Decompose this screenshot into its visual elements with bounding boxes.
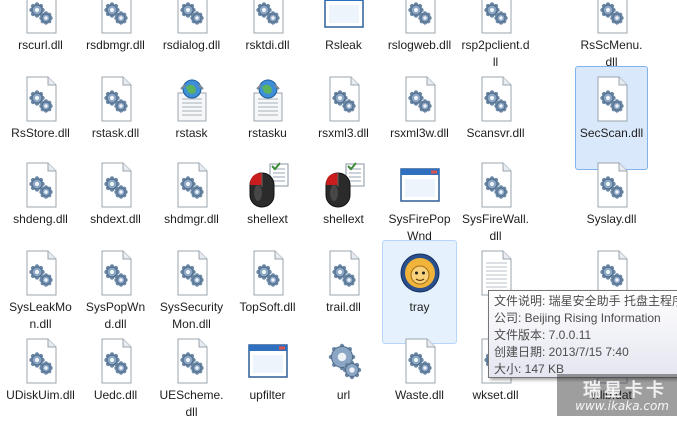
file-item-label: Syslay.dll <box>586 212 637 226</box>
file-item-label: Waste.dll <box>395 388 444 402</box>
file-item-label: rstask <box>175 126 208 140</box>
file-item-label: TopSoft.dll <box>239 300 296 314</box>
dll-gear-icon <box>19 161 63 209</box>
dll-gear-icon <box>590 75 634 123</box>
file-item-label: rstasku <box>248 126 287 140</box>
dll-gear-icon <box>474 0 518 35</box>
file-item[interactable]: url <box>306 328 381 432</box>
dll-gear-icon <box>398 75 442 123</box>
dll-gear-icon <box>19 0 63 35</box>
dll-gear-icon <box>94 249 138 297</box>
dll-gear-icon <box>19 337 63 385</box>
file-item-label: trail.dll <box>326 300 361 314</box>
file-item-label: Uedc.dll <box>93 388 138 402</box>
dll-gear-icon <box>170 0 214 35</box>
dll-gear-icon <box>474 75 518 123</box>
file-item[interactable]: UDiskUim.dll <box>3 328 78 432</box>
tooltip-company: 公司: Beijing Rising Information <box>494 311 661 325</box>
watermark-url: www.ikaka.com <box>575 399 669 413</box>
mouse-shortcut-icon <box>246 161 290 209</box>
tooltip-created: 创建日期: 2013/7/15 7:40 <box>494 345 629 359</box>
dll-gear-icon <box>474 161 518 209</box>
file-item-label: shellext <box>323 212 364 226</box>
file-item-label: rsdialog.dll <box>162 38 221 52</box>
dll-gear-icon <box>322 75 366 123</box>
file-item-label: rstask.dll <box>91 126 140 140</box>
dll-gear-icon <box>590 0 634 35</box>
dll-gear-icon <box>170 249 214 297</box>
file-item[interactable]: Uedc.dll <box>78 328 153 432</box>
file-item-label: tray <box>409 300 430 314</box>
file-item-label: UDiskUim.dll <box>6 388 75 402</box>
file-item-label: shdeng.dll <box>13 212 68 226</box>
mouse-shortcut-icon <box>322 161 366 209</box>
file-item-label: rsxml3w.dll <box>390 126 449 140</box>
file-item-label: SecScan.dll <box>579 126 644 140</box>
dll-gear-icon <box>94 161 138 209</box>
dll-gear-icon <box>398 0 442 35</box>
tooltip-version: 文件版本: 7.0.0.11 <box>494 328 592 342</box>
dll-gear-icon <box>246 249 290 297</box>
file-item[interactable]: Waste.dll <box>382 328 457 432</box>
file-item-label: url <box>336 388 351 402</box>
web-document-icon <box>170 75 214 123</box>
file-item-label: rsxml3.dll <box>318 126 369 140</box>
web-document-icon <box>246 75 290 123</box>
dll-gear-icon <box>170 161 214 209</box>
dll-gear-icon <box>94 0 138 35</box>
file-item[interactable]: UEScheme.dll <box>154 328 229 432</box>
site-watermark: 瑞星卡卡 www.ikaka.com <box>557 374 677 416</box>
file-item-label: RsStore.dll <box>11 126 70 140</box>
app-window-icon <box>322 0 366 35</box>
dll-gear-icon <box>590 161 634 209</box>
dll-gear-icon <box>170 337 214 385</box>
file-item-label: rslogweb.dll <box>387 38 452 52</box>
file-item[interactable]: upfilter <box>230 328 305 432</box>
file-info-tooltip: 文件说明: 瑞星安全助手 托盘主程序 公司: Beijing Rising In… <box>488 290 677 378</box>
app-window-icon <box>246 337 290 385</box>
tooltip-description: 文件说明: 瑞星安全助手 托盘主程序 <box>494 294 677 308</box>
dll-gear-icon <box>19 75 63 123</box>
dll-gear-icon <box>19 249 63 297</box>
rising-lion-icon <box>398 249 442 297</box>
file-item-label: rscurl.dll <box>18 38 63 52</box>
file-item-label: Rsleak <box>325 38 362 52</box>
dll-gear-icon <box>246 0 290 35</box>
gear-file-icon <box>322 337 366 385</box>
file-item-label: wkset.dll <box>472 388 519 402</box>
dll-gear-icon <box>94 75 138 123</box>
dll-gear-icon <box>322 249 366 297</box>
file-item-label: Scansvr.dll <box>466 126 525 140</box>
file-item-label: shellext <box>247 212 288 226</box>
app-window-icon <box>398 161 442 209</box>
file-item-label: shdext.dll <box>90 212 141 226</box>
file-item-label: rsdbmgr.dll <box>86 38 145 52</box>
file-item-label: shdmgr.dll <box>164 212 219 226</box>
file-item-label: rsktdi.dll <box>245 38 290 52</box>
dll-gear-icon <box>398 337 442 385</box>
file-item-label: upfilter <box>249 388 286 402</box>
dll-gear-icon <box>94 337 138 385</box>
